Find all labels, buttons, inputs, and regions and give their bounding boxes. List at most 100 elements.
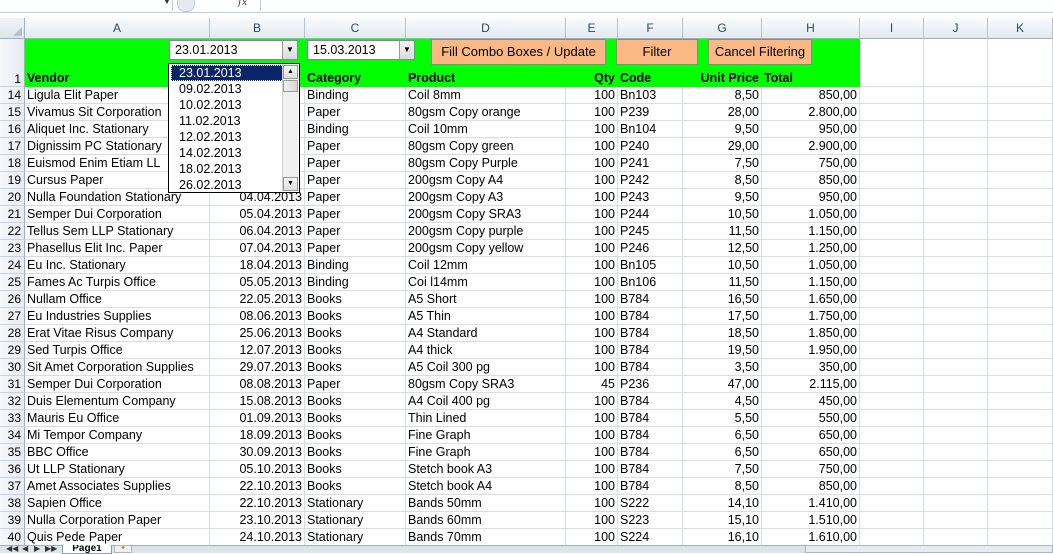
table-cell-code[interactable]: B784: [618, 342, 683, 359]
date-from-dropdown-list[interactable]: 23.01.2013 09.02.2013 10.02.2013 11.02.2013…: [168, 63, 300, 193]
table-cell-category[interactable]: Paper: [305, 104, 406, 121]
empty-cell[interactable]: [860, 410, 924, 427]
table-cell-qty[interactable]: 100: [566, 427, 618, 444]
table-cell-product[interactable]: Bands 70mm: [406, 529, 566, 546]
empty-cell[interactable]: [988, 39, 1053, 87]
table-cell-product[interactable]: A4 Coil 400 pg: [406, 393, 566, 410]
empty-cell[interactable]: [860, 393, 924, 410]
row-header[interactable]: 24: [0, 257, 25, 274]
empty-cell[interactable]: [924, 376, 988, 393]
chevron-down-icon[interactable]: ▼: [282, 41, 297, 59]
cancel-filtering-button[interactable]: Cancel Filtering: [708, 39, 812, 65]
table-cell-product[interactable]: A5 Thin: [406, 308, 566, 325]
table-cell-product[interactable]: A5 Short: [406, 291, 566, 308]
empty-cell[interactable]: [988, 121, 1053, 138]
table-cell-code[interactable]: Bn106: [618, 274, 683, 291]
empty-cell[interactable]: [924, 495, 988, 512]
empty-cell[interactable]: [860, 206, 924, 223]
table-cell-product[interactable]: Stetch book A3: [406, 461, 566, 478]
table-cell-vendor[interactable]: Eu Inc. Stationary: [25, 257, 210, 274]
table-cell-price[interactable]: 14,10: [683, 495, 762, 512]
table-cell-total[interactable]: 1.050,00: [762, 257, 860, 274]
empty-cell[interactable]: [924, 104, 988, 121]
table-cell-total[interactable]: 550,00: [762, 410, 860, 427]
row-header[interactable]: 38: [0, 495, 25, 512]
row-header[interactable]: 15: [0, 104, 25, 121]
table-cell-category[interactable]: Stationary: [305, 529, 406, 546]
table-cell-category[interactable]: Books: [305, 393, 406, 410]
empty-cell[interactable]: [988, 138, 1053, 155]
empty-cell[interactable]: [860, 189, 924, 206]
table-cell-qty[interactable]: 100: [566, 359, 618, 376]
column-header-g[interactable]: G: [683, 18, 762, 39]
table-cell-vendor[interactable]: Fames Ac Turpis Office: [25, 274, 210, 291]
table-cell-code[interactable]: S223: [618, 512, 683, 529]
table-cell-date[interactable]: 05.05.2013: [210, 274, 305, 291]
table-cell-qty[interactable]: 100: [566, 240, 618, 257]
table-cell-code[interactable]: B784: [618, 410, 683, 427]
table-cell-price[interactable]: 7,50: [683, 155, 762, 172]
dropdown-option[interactable]: 12.02.2013: [171, 129, 284, 145]
table-cell-category[interactable]: Binding: [305, 257, 406, 274]
table-cell-total[interactable]: 850,00: [762, 87, 860, 104]
table-cell-product[interactable]: 80gsm Copy SRA3: [406, 376, 566, 393]
table-cell-qty[interactable]: 100: [566, 495, 618, 512]
table-cell-price[interactable]: 6,50: [683, 444, 762, 461]
table-cell-date[interactable]: 08.06.2013: [210, 308, 305, 325]
table-cell-vendor[interactable]: Tellus Sem LLP Stationary: [25, 223, 210, 240]
table-cell-product[interactable]: Coi l14mm: [406, 274, 566, 291]
table-cell-category[interactable]: Books: [305, 342, 406, 359]
table-cell-code[interactable]: B784: [618, 308, 683, 325]
table-cell-total[interactable]: 750,00: [762, 461, 860, 478]
empty-cell[interactable]: [988, 257, 1053, 274]
row-header[interactable]: 21: [0, 206, 25, 223]
table-cell-total[interactable]: 1.410,00: [762, 495, 860, 512]
table-cell-date[interactable]: 18.09.2013: [210, 427, 305, 444]
table-cell-total[interactable]: 2.115,00: [762, 376, 860, 393]
table-cell-total[interactable]: 1.510,00: [762, 512, 860, 529]
table-cell-qty[interactable]: 100: [566, 274, 618, 291]
sheet-tab-page1[interactable]: Page1: [62, 545, 112, 554]
dropdown-option[interactable]: 18.02.2013: [171, 161, 284, 177]
dropdown-option[interactable]: 14.02.2013: [171, 145, 284, 161]
empty-cell[interactable]: [988, 359, 1053, 376]
table-cell-qty[interactable]: 100: [566, 444, 618, 461]
table-cell-product[interactable]: Thin Lined: [406, 410, 566, 427]
table-cell-code[interactable]: P246: [618, 240, 683, 257]
table-cell-product[interactable]: A4 Standard: [406, 325, 566, 342]
table-cell-product[interactable]: Fine Graph: [406, 427, 566, 444]
empty-cell[interactable]: [860, 478, 924, 495]
empty-cell[interactable]: [924, 308, 988, 325]
table-cell-qty[interactable]: 100: [566, 138, 618, 155]
table-cell-price[interactable]: 47,00: [683, 376, 762, 393]
dropdown-scrollbar[interactable]: ▲ ▼: [282, 65, 298, 191]
table-cell-date[interactable]: 22.10.2013: [210, 495, 305, 512]
empty-cell[interactable]: [860, 155, 924, 172]
table-cell-date[interactable]: 25.06.2013: [210, 325, 305, 342]
date-from-combobox[interactable]: 23.01.2013 ▼: [169, 40, 298, 60]
table-cell-category[interactable]: Binding: [305, 87, 406, 104]
table-cell-category[interactable]: Paper: [305, 189, 406, 206]
empty-cell[interactable]: [924, 478, 988, 495]
table-cell-price[interactable]: 11,50: [683, 274, 762, 291]
empty-cell[interactable]: [860, 427, 924, 444]
table-cell-total[interactable]: 1.950,00: [762, 342, 860, 359]
empty-cell[interactable]: [860, 342, 924, 359]
table-cell-code[interactable]: B784: [618, 461, 683, 478]
table-cell-code[interactable]: S222: [618, 495, 683, 512]
table-cell-vendor[interactable]: Erat Vitae Risus Company: [25, 325, 210, 342]
table-cell-product[interactable]: 200gsm Copy A4: [406, 172, 566, 189]
table-cell-total[interactable]: 1.150,00: [762, 223, 860, 240]
table-cell-category[interactable]: Paper: [305, 206, 406, 223]
empty-cell[interactable]: [860, 257, 924, 274]
empty-cell[interactable]: [860, 291, 924, 308]
empty-cell[interactable]: [988, 189, 1053, 206]
empty-cell[interactable]: [924, 223, 988, 240]
empty-cell[interactable]: [924, 189, 988, 206]
empty-cell[interactable]: [924, 359, 988, 376]
table-cell-code[interactable]: B784: [618, 393, 683, 410]
table-cell-total[interactable]: 1.850,00: [762, 325, 860, 342]
table-cell-total[interactable]: 1.250,00: [762, 240, 860, 257]
row-header[interactable]: 23: [0, 240, 25, 257]
row-header[interactable]: 35: [0, 444, 25, 461]
